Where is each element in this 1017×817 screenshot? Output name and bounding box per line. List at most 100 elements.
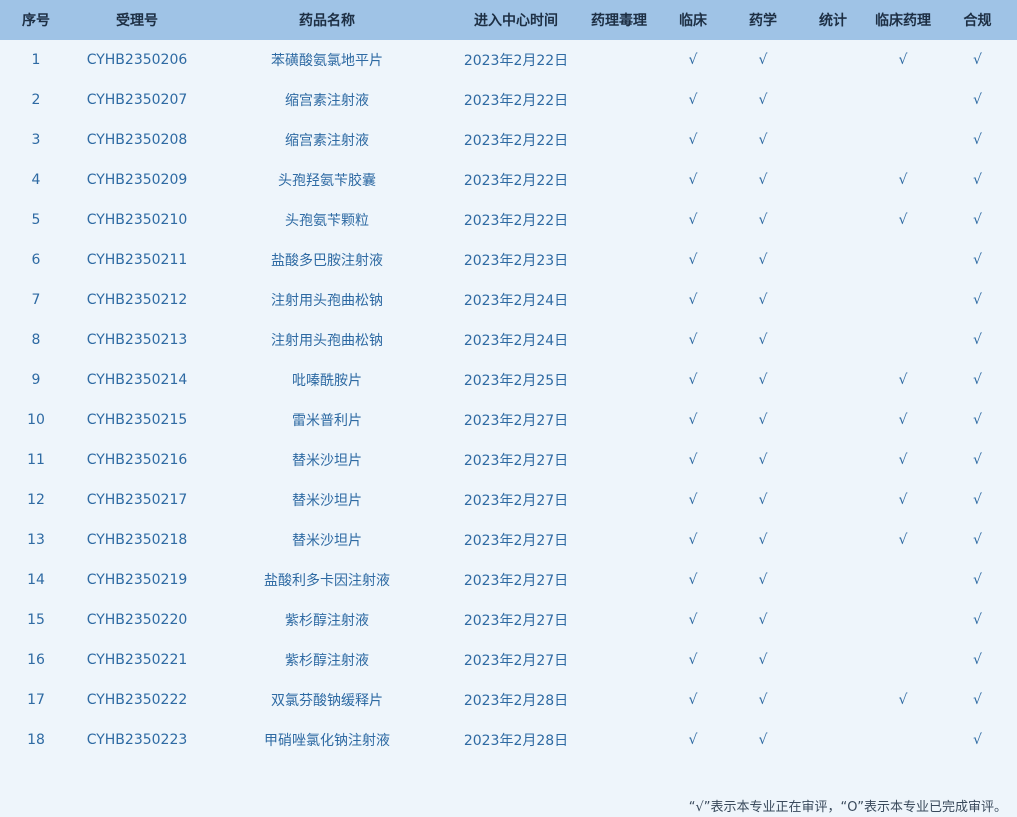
cell-col-compliance: √ — [973, 532, 982, 548]
cell-col-statistics — [798, 40, 868, 80]
cell-col-entry-time: 2023年2月27日 — [463, 453, 569, 469]
cell-col-pharmacology-toxicology — [580, 320, 658, 360]
cell-col-acceptance-no: CYHB2350218 — [86, 532, 188, 548]
cell-col-clinical: √ — [688, 132, 698, 148]
cell-col-statistics — [798, 440, 868, 480]
cell-col-drug-name: 注射用头孢曲松钠 — [271, 293, 383, 309]
cell-col-index: 8 — [31, 332, 41, 348]
cell-col-pharmacology-toxicology — [580, 560, 658, 600]
cell-col-pharmaceutics: √ — [758, 452, 768, 468]
table-row: 16 CYHB2350221 紫杉醇注射液 2023年2月27日 √ √ √ — [0, 640, 1017, 680]
cell-col-acceptance-no: CYHB2350215 — [86, 412, 188, 428]
cell-col-acceptance-no: CYHB2350213 — [86, 332, 188, 348]
cell-col-index: 5 — [31, 212, 41, 228]
cell-col-clinical: √ — [688, 692, 698, 708]
cell-col-compliance: √ — [973, 452, 982, 468]
cell-col-entry-time: 2023年2月27日 — [463, 413, 569, 429]
header-col-pharmaceutics: 药学 — [749, 13, 777, 29]
cell-col-clinical: √ — [688, 92, 698, 108]
cell-col-clinical-pharmacology — [868, 600, 938, 640]
cell-col-entry-time: 2023年2月22日 — [463, 53, 569, 69]
cell-col-entry-time: 2023年2月24日 — [463, 333, 569, 349]
cell-col-clinical: √ — [688, 52, 698, 68]
cell-col-clinical-pharmacology: √ — [898, 172, 908, 188]
table-row: 5 CYHB2350210 头孢氨苄颗粒 2023年2月22日 √ √ √ √ — [0, 200, 1017, 240]
cell-col-drug-name: 头孢氨苄颗粒 — [285, 213, 369, 229]
cell-col-acceptance-no: CYHB2350210 — [86, 212, 188, 228]
cell-col-pharmaceutics: √ — [758, 532, 768, 548]
cell-col-entry-time: 2023年2月22日 — [463, 173, 569, 189]
cell-col-pharmacology-toxicology — [580, 280, 658, 320]
cell-col-pharmacology-toxicology — [580, 40, 658, 80]
cell-col-clinical: √ — [688, 372, 698, 388]
cell-col-acceptance-no: CYHB2350209 — [86, 172, 188, 188]
cell-col-entry-time: 2023年2月27日 — [463, 573, 569, 589]
header-col-clinical-pharmacology: 临床药理 — [875, 13, 931, 29]
cell-col-acceptance-no: CYHB2350207 — [86, 92, 188, 108]
cell-col-index: 4 — [31, 172, 41, 188]
table-row: 13 CYHB2350218 替米沙坦片 2023年2月27日 √ √ √ √ — [0, 520, 1017, 560]
header-col-acceptance-no: 受理号 — [116, 13, 158, 29]
cell-col-pharmaceutics: √ — [758, 332, 768, 348]
cell-col-drug-name: 吡嗪酰胺片 — [292, 373, 362, 389]
cell-col-compliance: √ — [973, 252, 982, 268]
table-row: 9 CYHB2350214 吡嗪酰胺片 2023年2月25日 √ √ √ √ — [0, 360, 1017, 400]
cell-col-pharmacology-toxicology — [580, 680, 658, 720]
cell-col-statistics — [798, 680, 868, 720]
cell-col-pharmacology-toxicology — [580, 640, 658, 680]
cell-col-pharmaceutics: √ — [758, 252, 768, 268]
cell-col-pharmaceutics: √ — [758, 292, 768, 308]
cell-col-clinical-pharmacology: √ — [898, 372, 908, 388]
cell-col-drug-name: 替米沙坦片 — [292, 453, 362, 469]
cell-col-clinical: √ — [688, 252, 698, 268]
cell-col-clinical-pharmacology — [868, 240, 938, 280]
cell-col-clinical: √ — [688, 492, 698, 508]
cell-col-clinical-pharmacology: √ — [898, 52, 908, 68]
cell-col-statistics — [798, 720, 868, 760]
cell-col-drug-name: 甲硝唑氯化钠注射液 — [264, 733, 390, 749]
cell-col-compliance: √ — [973, 172, 982, 188]
table-row: 18 CYHB2350223 甲硝唑氯化钠注射液 2023年2月28日 √ √ √ — [0, 720, 1017, 760]
cell-col-acceptance-no: CYHB2350206 — [86, 52, 188, 68]
cell-col-clinical-pharmacology — [868, 280, 938, 320]
cell-col-drug-name: 紫杉醇注射液 — [285, 613, 369, 629]
cell-col-index: 17 — [27, 692, 45, 708]
cell-col-entry-time: 2023年2月27日 — [463, 493, 569, 509]
cell-col-clinical-pharmacology: √ — [898, 492, 908, 508]
cell-col-clinical-pharmacology: √ — [898, 532, 908, 548]
cell-col-compliance: √ — [973, 652, 982, 668]
table-header-row: 序号 受理号 药品名称 进入中心时间 药理毒理 临床 药学 统计 临床药理 合规 — [0, 0, 1017, 40]
cell-col-drug-name: 双氯芬酸钠缓释片 — [271, 693, 383, 709]
table-row: 3 CYHB2350208 缩宫素注射液 2023年2月22日 √ √ √ — [0, 120, 1017, 160]
cell-col-clinical-pharmacology — [868, 720, 938, 760]
cell-col-acceptance-no: CYHB2350217 — [86, 492, 188, 508]
cell-col-pharmaceutics: √ — [758, 372, 768, 388]
table-row: 10 CYHB2350215 雷米普利片 2023年2月27日 √ √ √ √ — [0, 400, 1017, 440]
cell-col-statistics — [798, 320, 868, 360]
table-row: 8 CYHB2350213 注射用头孢曲松钠 2023年2月24日 √ √ √ — [0, 320, 1017, 360]
cell-col-index: 18 — [27, 732, 45, 748]
cell-col-clinical: √ — [688, 412, 698, 428]
cell-col-entry-time: 2023年2月22日 — [463, 133, 569, 149]
cell-col-clinical: √ — [688, 332, 698, 348]
cell-col-drug-name: 苯磺酸氨氯地平片 — [271, 53, 383, 69]
cell-col-pharmacology-toxicology — [580, 120, 658, 160]
cell-col-compliance: √ — [973, 212, 982, 228]
cell-col-compliance: √ — [973, 292, 982, 308]
cell-col-clinical: √ — [688, 292, 698, 308]
cell-col-pharmaceutics: √ — [758, 92, 768, 108]
cell-col-entry-time: 2023年2月23日 — [463, 253, 569, 269]
cell-col-clinical: √ — [688, 572, 698, 588]
cell-col-index: 3 — [31, 132, 41, 148]
header-col-pharmacology-toxicology: 药理毒理 — [591, 13, 647, 29]
cell-col-statistics — [798, 520, 868, 560]
table-row: 17 CYHB2350222 双氯芬酸钠缓释片 2023年2月28日 √ √ √ √ — [0, 680, 1017, 720]
cell-col-index: 9 — [31, 372, 41, 388]
review-panel: 序号 受理号 药品名称 进入中心时间 药理毒理 临床 药学 统计 临床药理 合规 1 CYHB235… — [0, 0, 1017, 817]
table-row: 15 CYHB2350220 紫杉醇注射液 2023年2月27日 √ √ √ — [0, 600, 1017, 640]
cell-col-pharmacology-toxicology — [580, 520, 658, 560]
cell-col-drug-name: 头孢羟氨苄胶囊 — [278, 173, 376, 189]
cell-col-entry-time: 2023年2月27日 — [463, 613, 569, 629]
cell-col-pharmacology-toxicology — [580, 600, 658, 640]
cell-col-pharmacology-toxicology — [580, 360, 658, 400]
